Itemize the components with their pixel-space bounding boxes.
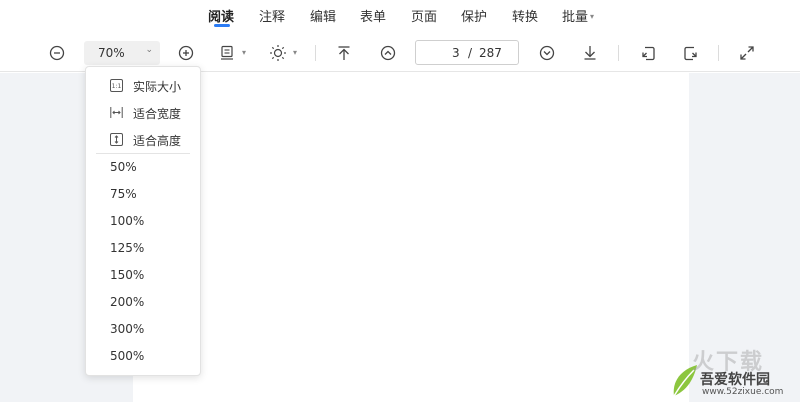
watermark-site-name: 吾爱软件园 <box>700 372 770 388</box>
chevron-down-icon[interactable]: ▾ <box>293 48 297 57</box>
page-view-button[interactable] <box>214 40 240 66</box>
toolbar-divider <box>718 45 719 61</box>
tab-read[interactable]: 阅读 <box>208 6 234 25</box>
zoom-in-icon <box>178 45 194 61</box>
chevron-down-icon: ⌄ <box>145 45 153 55</box>
rotate-right-button[interactable] <box>677 40 703 66</box>
zoom-out-button[interactable] <box>44 40 70 66</box>
menu-item-label: 200% <box>110 295 145 309</box>
tab-protect[interactable]: 保护 <box>461 6 487 25</box>
zoom-select[interactable]: 70% ⌄ <box>84 41 160 65</box>
watermark-url: www.52zixue.com <box>702 387 784 397</box>
tab-edit[interactable]: 编辑 <box>310 6 336 25</box>
fullscreen-icon <box>740 46 754 60</box>
menu-item-zoom-300[interactable]: 300% <box>86 319 200 341</box>
menu-item-zoom-100[interactable]: 100% <box>86 211 200 233</box>
page-separator: / <box>468 46 473 60</box>
top-tab-bar: 阅读 注释 编辑 表单 页面 保护 转换 批量 ▾ <box>0 0 800 30</box>
current-page: 3 <box>452 46 460 60</box>
menu-item-zoom-125[interactable]: 125% <box>86 238 200 260</box>
page-number-input[interactable]: 3 / 287 <box>415 40 519 65</box>
menu-item-label: 75% <box>110 187 137 201</box>
actual-size-icon: 1:1 <box>110 79 123 92</box>
first-page-icon <box>338 46 350 60</box>
menu-divider <box>96 153 190 154</box>
previous-page-button[interactable] <box>375 40 401 66</box>
rotate-right-icon <box>683 46 697 60</box>
menu-item-zoom-200[interactable]: 200% <box>86 292 200 314</box>
menu-item-fit-height[interactable]: 适合高度 <box>86 129 200 151</box>
chevron-down-icon[interactable]: ▾ <box>242 48 246 57</box>
previous-page-icon <box>380 45 396 61</box>
tab-annotate[interactable]: 注释 <box>259 6 285 25</box>
menu-item-zoom-75[interactable]: 75% <box>86 184 200 206</box>
zoom-dropdown-menu: 1:1 实际大小 适合宽度 适合高度 50% 75% 100% 125% 150… <box>85 66 201 376</box>
zoom-out-icon <box>49 45 65 61</box>
next-page-button[interactable] <box>534 40 560 66</box>
zoom-value: 70% <box>98 46 125 60</box>
rotate-left-icon <box>641 46 655 60</box>
active-tab-indicator <box>214 24 230 27</box>
menu-item-zoom-500[interactable]: 500% <box>86 346 200 368</box>
next-page-icon <box>539 45 555 61</box>
tab-form[interactable]: 表单 <box>360 6 386 25</box>
tab-convert[interactable]: 转换 <box>512 6 538 25</box>
menu-item-fit-width[interactable]: 适合宽度 <box>86 102 200 124</box>
menu-item-label: 实际大小 <box>133 80 182 94</box>
zoom-in-button[interactable] <box>173 40 199 66</box>
brightness-button[interactable] <box>265 40 291 66</box>
menu-item-actual-size[interactable]: 1:1 实际大小 <box>86 75 200 97</box>
page-view-icon <box>221 45 233 60</box>
tab-page[interactable]: 页面 <box>411 6 437 25</box>
menu-item-label: 100% <box>110 214 145 228</box>
fullscreen-button[interactable] <box>734 40 760 66</box>
menu-item-label: 50% <box>110 160 137 174</box>
chevron-down-icon: ▾ <box>590 12 595 21</box>
total-pages: 287 <box>479 46 502 60</box>
menu-item-label: 500% <box>110 349 145 363</box>
toolbar-divider <box>618 45 619 61</box>
menu-item-label: 适合高度 <box>133 134 182 148</box>
menu-item-zoom-50[interactable]: 50% <box>86 157 200 179</box>
rotate-left-button[interactable] <box>635 40 661 66</box>
menu-item-label: 150% <box>110 268 145 282</box>
menu-item-label: 300% <box>110 322 145 336</box>
menu-item-zoom-150[interactable]: 150% <box>86 265 200 287</box>
last-page-button[interactable] <box>577 40 603 66</box>
tab-batch-label: 批量 <box>562 10 589 25</box>
document-page[interactable] <box>133 73 689 402</box>
menu-item-label: 125% <box>110 241 145 255</box>
svg-text:1:1: 1:1 <box>112 83 122 90</box>
menu-item-label: 适合宽度 <box>133 107 182 121</box>
watermark: 火下载 吾爱软件园 www.52zixue.com <box>666 344 796 400</box>
fit-width-icon <box>110 107 123 118</box>
tab-batch[interactable]: 批量 ▾ <box>562 6 594 25</box>
toolbar-divider <box>315 45 316 61</box>
first-page-button[interactable] <box>331 40 357 66</box>
fit-height-icon <box>110 133 123 146</box>
brightness-icon <box>270 45 286 61</box>
last-page-icon <box>584 46 596 60</box>
